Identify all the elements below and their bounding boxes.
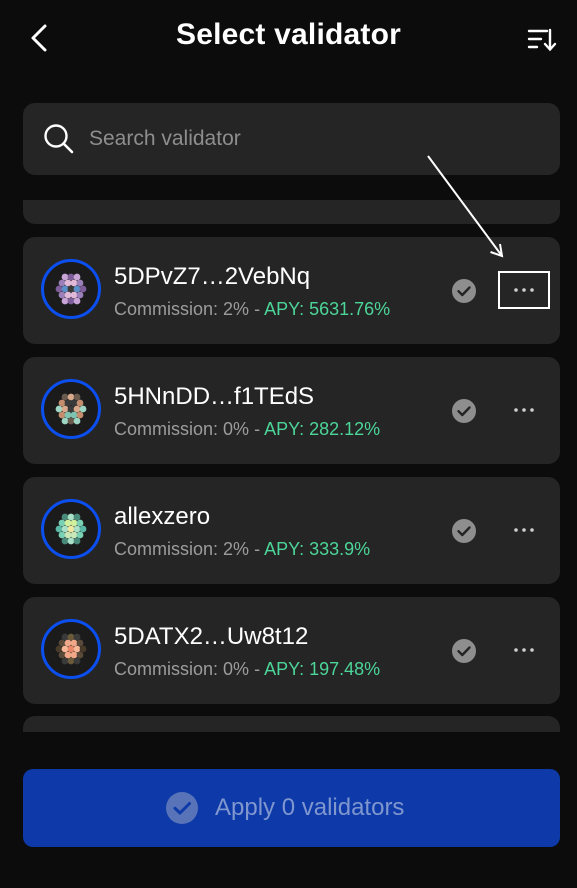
validator-list[interactable]: 5DPvZ7…2VebNq Commission: 2% - APY: 5631… [23, 200, 560, 732]
list-item-partial[interactable] [23, 716, 560, 732]
check-circle-icon[interactable] [451, 398, 477, 424]
annotation-highlight-box [498, 271, 550, 309]
more-options-icon[interactable] [499, 631, 549, 669]
validator-avatar [41, 619, 101, 679]
validator-card[interactable]: allexzero Commission: 2% - APY: 333.9% [23, 477, 560, 584]
validator-card[interactable]: 5DPvZ7…2VebNq Commission: 2% - APY: 5631… [23, 237, 560, 344]
commission-label: Commission: 2% [114, 539, 250, 559]
header: Select validator [0, 0, 577, 78]
validator-name: 5DPvZ7…2VebNq [114, 263, 311, 290]
apply-button-label: Apply 0 validators [215, 794, 405, 821]
validator-name: 5DATX2…Uw8t12 [114, 623, 309, 650]
check-circle-icon[interactable] [451, 638, 477, 664]
apy-label: APY: 333.9% [264, 539, 371, 559]
commission-label: Commission: 0% [114, 419, 250, 439]
validator-meta: Commission: 0% - APY: 197.48% [114, 659, 380, 680]
check-circle-icon[interactable] [451, 518, 477, 544]
page-title: Select validator [176, 18, 401, 51]
validator-card[interactable]: 5DATX2…Uw8t12 Commission: 0% - APY: 197.… [23, 597, 560, 704]
search-icon [44, 124, 74, 154]
search-bar[interactable] [23, 103, 560, 175]
apy-label: APY: 5631.76% [264, 299, 391, 319]
check-circle-icon[interactable] [451, 278, 477, 304]
list-item-partial[interactable] [23, 200, 560, 224]
meta-separator: - [254, 299, 261, 319]
validator-meta: Commission: 0% - APY: 282.12% [114, 419, 380, 440]
meta-separator: - [254, 659, 261, 679]
commission-label: Commission: 0% [114, 659, 250, 679]
validator-card[interactable]: 5HNnDD…f1TEdS Commission: 0% - APY: 282.… [23, 357, 560, 464]
validator-meta: Commission: 2% - APY: 333.9% [114, 539, 370, 560]
sort-icon [527, 28, 557, 52]
apy-label: APY: 282.12% [264, 419, 381, 439]
more-options-icon[interactable] [499, 511, 549, 549]
apy-label: APY: 197.48% [264, 659, 381, 679]
validator-meta: Commission: 2% - APY: 5631.76% [114, 299, 390, 320]
validator-avatar [41, 499, 101, 559]
apply-validators-button[interactable]: Apply 0 validators [23, 769, 560, 847]
validator-name: allexzero [114, 503, 211, 530]
meta-separator: - [254, 419, 261, 439]
validator-name: 5HNnDD…f1TEdS [114, 383, 315, 410]
check-circle-icon [166, 792, 198, 824]
validator-avatar [41, 259, 101, 319]
more-options-icon[interactable] [499, 391, 549, 429]
commission-label: Commission: 2% [114, 299, 250, 319]
meta-separator: - [254, 539, 261, 559]
search-input[interactable] [89, 103, 529, 175]
sort-button[interactable] [524, 22, 558, 56]
validator-avatar [41, 379, 101, 439]
